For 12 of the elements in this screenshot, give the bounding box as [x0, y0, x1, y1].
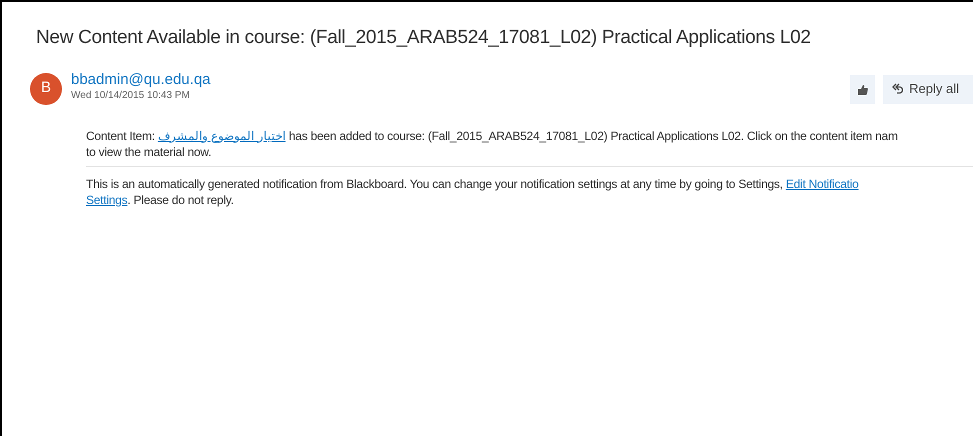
- like-button[interactable]: [850, 74, 876, 104]
- email-subject: New Content Available in course: (Fall_2015_ARAB524_17081_L02) Practical Applications L02: [36, 26, 811, 50]
- message-paragraph: This is an automatically generated notification from Blackboard. You can change your notification settings at any time by going to Settings, Edit Notificatio Settings. Please do not reply.: [86, 176, 859, 208]
- link[interactable]: اختيار الموضوع والمشرف: [158, 128, 286, 142]
- sender-address[interactable]: bbadmin@qu.edu.qa: [71, 70, 210, 88]
- link[interactable]: Edit Notificatio: [786, 176, 859, 190]
- link[interactable]: Settings: [86, 192, 128, 206]
- reply-all-icon: [891, 82, 904, 96]
- reply-all-button[interactable]: Reply all: [883, 74, 973, 104]
- thumbs-up-icon: [857, 84, 868, 94]
- sender-avatar: B: [30, 72, 62, 104]
- sent-date: Wed 10/14/2015 10:43 PM: [71, 88, 190, 102]
